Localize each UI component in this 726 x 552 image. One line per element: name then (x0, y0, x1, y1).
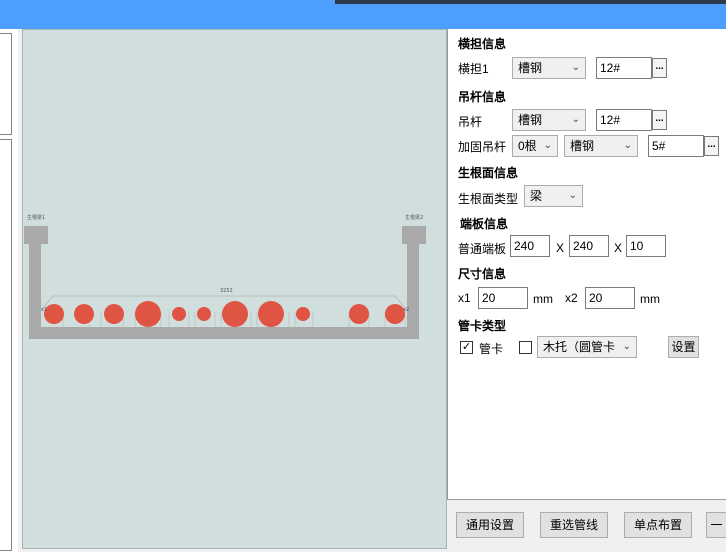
left-panel (0, 29, 18, 552)
hanger-label: 吊杆 (458, 115, 483, 129)
crossarm-label: 横担1 (458, 62, 489, 76)
x1-input[interactable]: 20 (478, 287, 528, 309)
chevron-down-icon: ⌄ (571, 114, 580, 125)
general-settings-button[interactable]: 通用设置 (456, 512, 524, 538)
crossarm-material-select[interactable]: 槽钢 ⌄ (512, 57, 586, 79)
chevron-down-icon: ⌄ (571, 62, 580, 73)
reinforce-count-value: 0根 (518, 139, 537, 153)
pipe (385, 304, 405, 324)
crossarm-section-title: 横担信息 (458, 37, 507, 51)
drawing-canvas[interactable]: 生根梁1 生根梁2 3252 x1 x2 (22, 29, 447, 549)
right-root-plate (402, 226, 426, 244)
pipe (197, 307, 211, 321)
chevron-down-icon: ⌄ (622, 341, 631, 352)
crossarm-material-value: 槽钢 (518, 61, 543, 75)
pipe (74, 304, 94, 324)
hanger-material-select[interactable]: 槽钢 ⌄ (512, 109, 586, 131)
support-drawing: 生根梁1 生根梁2 3252 x1 x2 (24, 214, 426, 339)
end-plate-label: 普通端板 (458, 242, 507, 256)
x2-mark: x2 (403, 307, 409, 313)
x2-label: x2 (565, 291, 578, 305)
pipe (258, 301, 284, 327)
pipe-clamp-checkbox[interactable]: ✓ (460, 341, 473, 354)
reselect-pipes-button[interactable]: 重选管线 (540, 512, 608, 538)
title-bar (0, 0, 726, 29)
reinforce-hanger-label: 加固吊杆 (458, 140, 507, 154)
reinforce-material-value: 槽钢 (570, 139, 595, 153)
reinforce-count-select[interactable]: 0根 ⌄ (512, 135, 558, 157)
wood-clamp-select[interactable]: 木托（圆管卡 ⌄ (537, 336, 637, 358)
clamp-settings-button[interactable]: 设置 (668, 336, 699, 358)
reinforce-material-select[interactable]: 槽钢 ⌄ (564, 135, 638, 157)
root-face-section-title: 生根面信息 (458, 166, 519, 180)
dimension-label: 3252 (220, 288, 233, 294)
left-hanger (29, 243, 41, 339)
size-section-title: 尺寸信息 (458, 267, 507, 281)
end-plate-sep-1: X (556, 241, 565, 255)
end-plate-width-input[interactable]: 240 (510, 235, 550, 257)
chevron-down-icon: ⌄ (568, 190, 577, 201)
left-root-plate (24, 226, 48, 244)
pipe (135, 301, 161, 327)
x1-unit: mm (533, 292, 553, 306)
clamp-section-title: 管卡类型 (458, 319, 507, 333)
end-plate-thickness-input[interactable]: 10 (626, 235, 666, 257)
pipe (296, 307, 310, 321)
end-plate-sep-2: X (614, 241, 623, 255)
crossarm-beam (29, 327, 419, 339)
single-point-button[interactable]: 单点布置 (624, 512, 692, 538)
left-panel-box-bottom (0, 139, 12, 551)
x2-input[interactable]: 20 (585, 287, 635, 309)
more-action-button[interactable]: 一 (706, 512, 726, 538)
pipe (104, 304, 124, 324)
pipe-clamp-label: 管卡 (479, 342, 504, 356)
wood-clamp-value: 木托（圆管卡 (543, 340, 616, 354)
taskbar-strip (335, 0, 726, 4)
wood-clamp-checkbox[interactable] (519, 341, 532, 354)
chevron-down-icon: ⌄ (543, 140, 552, 151)
pipe (222, 301, 248, 327)
pipe (172, 307, 186, 321)
root-face-type-value: 梁 (530, 189, 543, 203)
left-root-label: 生根梁1 (27, 214, 45, 221)
root-face-type-label: 生根面类型 (458, 192, 519, 206)
root-face-type-select[interactable]: 梁 ⌄ (524, 185, 583, 207)
pipe (349, 304, 369, 324)
end-plate-section-title: 端板信息 (460, 217, 509, 231)
hanger-spec-input[interactable]: 12# (596, 109, 652, 131)
chevron-down-icon: ⌄ (623, 140, 632, 151)
x1-mark: x1 (41, 307, 47, 313)
right-hanger (407, 243, 419, 339)
left-panel-box-top (0, 33, 12, 135)
crossarm-more-button[interactable]: ... (652, 58, 667, 78)
right-root-label: 生根梁2 (405, 214, 423, 221)
pipes (44, 301, 405, 327)
x1-label: x1 (458, 291, 471, 305)
reinforce-more-button[interactable]: ... (704, 136, 719, 156)
hanger-section-title: 吊杆信息 (458, 90, 507, 104)
hanger-more-button[interactable]: ... (652, 110, 667, 130)
end-plate-height-input[interactable]: 240 (569, 235, 609, 257)
reinforce-spec-input[interactable]: 5# (648, 135, 704, 157)
properties-panel: 横担信息 横担1 槽钢 ⌄ 12# ... 吊杆信息 吊杆 槽钢 ⌄ 12# .… (447, 29, 726, 500)
hanger-material-value: 槽钢 (518, 113, 543, 127)
action-bar: 通用设置 重选管线 单点布置 一 (447, 500, 726, 552)
x2-unit: mm (640, 292, 660, 306)
crossarm-spec-input[interactable]: 12# (596, 57, 652, 79)
